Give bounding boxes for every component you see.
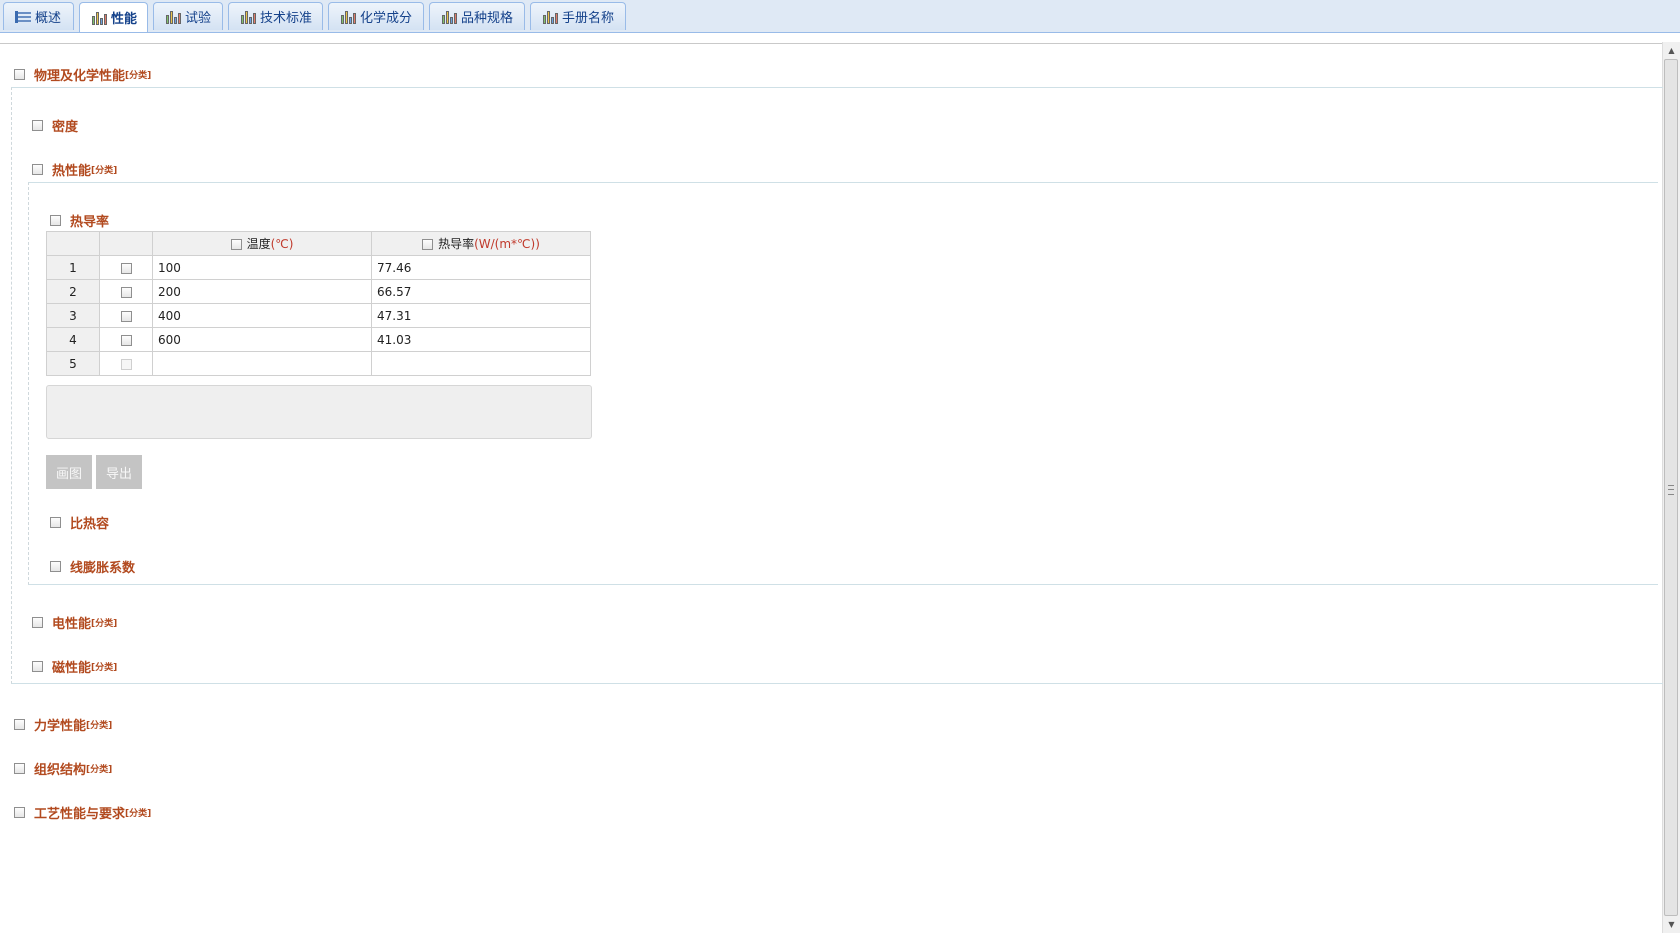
tree-item-linear-expansion[interactable]: 线膨胀系数 <box>50 556 135 576</box>
tab-label: 试验 <box>185 11 212 26</box>
tab-label: 性能 <box>111 12 138 27</box>
magnetic-checkbox[interactable] <box>32 660 43 672</box>
bar-chart-icon <box>542 10 558 24</box>
physchem-checkbox[interactable] <box>14 68 25 80</box>
tab-label: 技术标准 <box>260 11 313 26</box>
cell-temperature[interactable]: 200 <box>152 279 372 304</box>
table-row[interactable]: 2 200 66.57 <box>46 279 591 304</box>
cell-conductivity[interactable]: 66.57 <box>371 279 591 304</box>
scroll-down-icon[interactable]: ▼ <box>1663 916 1680 933</box>
bar-chart-icon <box>165 10 181 24</box>
export-button[interactable]: 导出 <box>96 455 142 489</box>
chart-placeholder <box>46 385 592 439</box>
cell-conductivity[interactable]: 41.03 <box>371 327 591 352</box>
mechanical-checkbox[interactable] <box>14 718 25 730</box>
tab-test[interactable]: 试验 <box>153 2 223 30</box>
tree-item-density[interactable]: 密度 <box>32 115 78 135</box>
table-row[interactable]: 3 400 47.31 <box>46 303 591 328</box>
linear-expansion-checkbox[interactable] <box>50 560 61 572</box>
tree-item-physchem[interactable]: 物理及化学性能 [分类] <box>14 64 151 84</box>
microstructure-checkbox[interactable] <box>14 762 25 774</box>
tree-item-magnetic[interactable]: 磁性能 [分类] <box>32 656 117 676</box>
density-checkbox[interactable] <box>32 119 43 131</box>
table-header-row: 温度(℃) 热导率(W/(m*℃)) <box>46 231 591 256</box>
bar-chart-icon <box>240 10 256 24</box>
tab-label: 概述 <box>35 11 62 26</box>
header-index <box>46 231 100 256</box>
thermal-checkbox[interactable] <box>32 163 43 175</box>
process-checkbox[interactable] <box>14 806 25 818</box>
vertical-scrollbar[interactable]: ▲ ▼ <box>1662 42 1680 933</box>
tree-item-specific-heat[interactable]: 比热容 <box>50 512 109 532</box>
bar-chart-icon <box>441 10 457 24</box>
cell-conductivity[interactable] <box>371 351 591 376</box>
grip-icon <box>1668 485 1674 495</box>
plot-button[interactable]: 画图 <box>46 455 92 489</box>
tree-item-mechanical[interactable]: 力学性能 [分类] <box>14 714 112 734</box>
row-checkbox[interactable] <box>120 286 132 298</box>
tree-item-microstructure[interactable]: 组织结构 [分类] <box>14 758 112 778</box>
cell-temperature[interactable]: 400 <box>152 303 372 328</box>
tab-label: 化学成分 <box>360 11 413 26</box>
cell-temperature[interactable]: 600 <box>152 327 372 352</box>
bar-chart-icon <box>340 10 356 24</box>
header-conductivity: 热导率(W/(m*℃)) <box>371 231 591 256</box>
cell-conductivity[interactable]: 77.46 <box>371 255 591 280</box>
cell-temperature[interactable] <box>152 351 372 376</box>
content-top-divider <box>0 43 1663 44</box>
temperature-column-checkbox[interactable] <box>230 239 242 250</box>
tree-item-process[interactable]: 工艺性能与要求 [分类] <box>14 802 151 822</box>
row-checkbox-disabled <box>120 358 132 370</box>
tab-standards[interactable]: 技术标准 <box>228 2 323 30</box>
tab-label: 品种规格 <box>461 11 514 26</box>
row-checkbox[interactable] <box>120 310 132 322</box>
scrollbar-thumb[interactable] <box>1664 59 1678 916</box>
tree-item-thermal[interactable]: 热性能 [分类] <box>32 159 117 179</box>
tab-overview[interactable]: 概述 <box>3 2 74 30</box>
header-temperature: 温度(℃) <box>152 231 372 256</box>
cell-conductivity[interactable]: 47.31 <box>371 303 591 328</box>
thermal-conductivity-table: 温度(℃) 热导率(W/(m*℃)) 1 100 77.46 2 200 66.… <box>46 231 591 376</box>
header-select <box>99 231 153 256</box>
conductivity-column-checkbox[interactable] <box>422 239 434 250</box>
specific-heat-checkbox[interactable] <box>50 516 61 528</box>
tab-label: 手册名称 <box>562 11 615 26</box>
tab-bar: 概述 性能 试验 技术标准 化学成分 品种规格 手册名称 <box>0 0 1680 33</box>
tab-chemistry[interactable]: 化学成分 <box>328 2 424 30</box>
tab-specs[interactable]: 品种规格 <box>429 2 525 30</box>
thermal-conductivity-checkbox[interactable] <box>50 214 61 226</box>
tab-performance[interactable]: 性能 <box>79 2 148 32</box>
row-checkbox[interactable] <box>120 334 132 346</box>
list-icon <box>15 10 31 24</box>
cell-temperature[interactable]: 100 <box>152 255 372 280</box>
scroll-up-icon[interactable]: ▲ <box>1663 42 1680 59</box>
row-checkbox[interactable] <box>120 262 132 274</box>
tab-handbook[interactable]: 手册名称 <box>530 2 626 30</box>
table-row-empty[interactable]: 5 <box>46 351 591 376</box>
table-row[interactable]: 1 100 77.46 <box>46 255 591 280</box>
table-row[interactable]: 4 600 41.03 <box>46 327 591 352</box>
bar-chart-icon <box>91 11 107 25</box>
tree-item-thermal-conductivity[interactable]: 热导率 <box>50 210 109 230</box>
tree-item-electrical[interactable]: 电性能 [分类] <box>32 612 117 632</box>
electrical-checkbox[interactable] <box>32 616 43 628</box>
